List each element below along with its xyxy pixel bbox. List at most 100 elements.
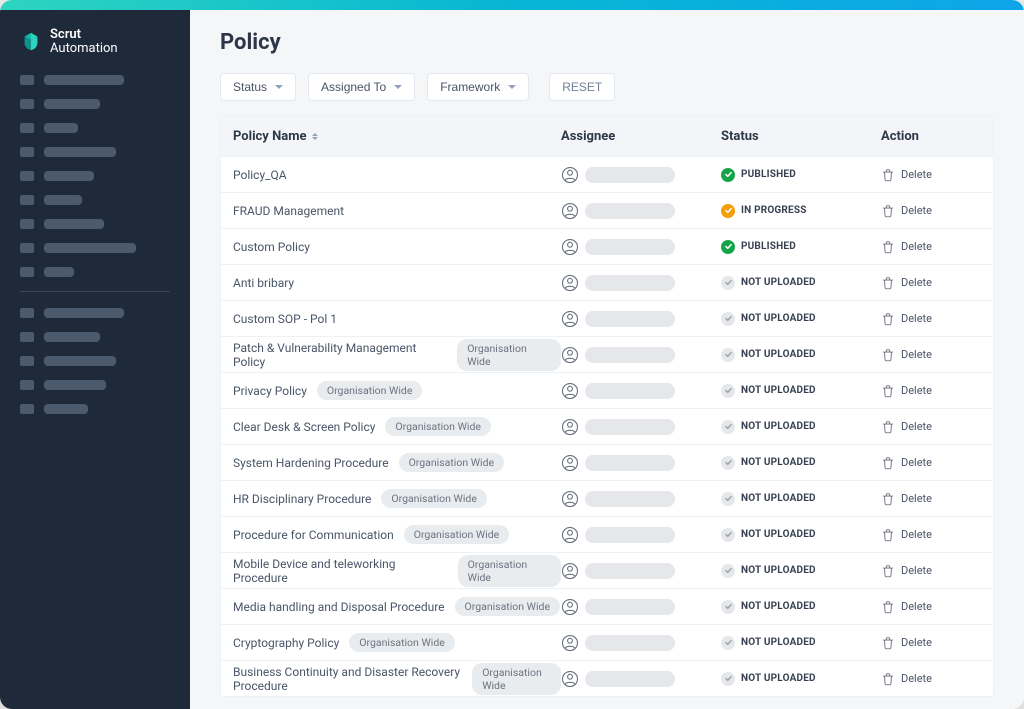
sidebar-item[interactable] [20, 356, 170, 366]
delete-action[interactable]: Delete [881, 564, 981, 578]
table-row[interactable]: Policy_QAPUBLISHEDDelete [221, 156, 993, 192]
main-content: Policy Status Assigned To Framework RESE… [190, 10, 1024, 709]
table-row[interactable]: Cryptography PolicyOrganisation WideNOT … [221, 624, 993, 660]
assignee-placeholder [585, 599, 675, 615]
policy-name-text: Clear Desk & Screen Policy [233, 420, 375, 434]
filter-framework[interactable]: Framework [427, 73, 529, 101]
org-wide-tag: Organisation Wide [457, 339, 561, 371]
org-wide-tag: Organisation Wide [404, 525, 510, 544]
trash-icon [881, 204, 895, 218]
col-status: Status [721, 129, 881, 144]
table-row[interactable]: System Hardening ProcedureOrganisation W… [221, 444, 993, 480]
delete-action[interactable]: Delete [881, 276, 981, 290]
table-row[interactable]: Custom PolicyPUBLISHEDDelete [221, 228, 993, 264]
delete-action[interactable]: Delete [881, 492, 981, 506]
filter-assigned-label: Assigned To [321, 80, 386, 94]
table-row[interactable]: Clear Desk & Screen PolicyOrganisation W… [221, 408, 993, 444]
nav-label-placeholder [44, 332, 100, 342]
cell-policy-name: Anti bribary [233, 276, 561, 290]
delete-action[interactable]: Delete [881, 672, 981, 686]
delete-label: Delete [901, 348, 932, 361]
reset-label: RESET [562, 80, 602, 94]
user-icon [561, 310, 579, 328]
app-body: Scrut Automation Policy Status Assigned … [0, 10, 1024, 709]
sidebar-item[interactable] [20, 219, 170, 229]
nav-label-placeholder [44, 308, 124, 318]
brand-line1: Scrut [50, 28, 118, 42]
nav-label-placeholder [44, 195, 82, 205]
cell-policy-name: Business Continuity and Disaster Recover… [233, 663, 561, 695]
table-row[interactable]: Media handling and Disposal ProcedureOrg… [221, 588, 993, 624]
user-icon [561, 526, 579, 544]
status-text: PUBLISHED [741, 241, 796, 252]
table-row[interactable]: HR Disciplinary ProcedureOrganisation Wi… [221, 480, 993, 516]
nav-icon [20, 243, 34, 253]
chevron-down-icon [508, 85, 516, 89]
delete-action[interactable]: Delete [881, 600, 981, 614]
sidebar-item[interactable] [20, 147, 170, 157]
sidebar-item[interactable] [20, 267, 170, 277]
reset-button[interactable]: RESET [549, 73, 615, 101]
sidebar-item[interactable] [20, 195, 170, 205]
table-row[interactable]: Anti bribary NOT UPLOADEDDelete [221, 264, 993, 300]
status-text: NOT UPLOADED [741, 385, 816, 396]
filter-assigned[interactable]: Assigned To [308, 73, 415, 101]
delete-action[interactable]: Delete [881, 168, 981, 182]
assignee-placeholder [585, 419, 675, 435]
filter-status[interactable]: Status [220, 73, 296, 101]
sidebar-item[interactable] [20, 404, 170, 414]
delete-action[interactable]: Delete [881, 420, 981, 434]
nav-label-placeholder [44, 123, 78, 133]
policy-name-text: Privacy Policy [233, 384, 307, 398]
sidebar-item[interactable] [20, 171, 170, 181]
table-row[interactable]: Patch & Vulnerability Management PolicyO… [221, 336, 993, 372]
delete-action[interactable]: Delete [881, 636, 981, 650]
delete-label: Delete [901, 420, 932, 433]
user-icon [561, 274, 579, 292]
sidebar-item[interactable] [20, 380, 170, 390]
delete-action[interactable]: Delete [881, 456, 981, 470]
sidebar-item[interactable] [20, 308, 170, 318]
status-text: NOT UPLOADED [741, 349, 816, 360]
delete-label: Delete [901, 312, 932, 325]
sidebar-item[interactable] [20, 332, 170, 342]
cell-status: PUBLISHED [721, 240, 881, 254]
sidebar-item[interactable] [20, 243, 170, 253]
status-text: NOT UPLOADED [741, 637, 816, 648]
policy-name-text: Media handling and Disposal Procedure [233, 600, 445, 614]
table-row[interactable]: Business Continuity and Disaster Recover… [221, 660, 993, 696]
nav-icon [20, 123, 34, 133]
sidebar-item[interactable] [20, 123, 170, 133]
status-check-icon [721, 564, 735, 578]
status-text: NOT UPLOADED [741, 313, 816, 324]
cell-status: NOT UPLOADED [721, 276, 881, 290]
cell-assignee [561, 526, 721, 544]
delete-action[interactable]: Delete [881, 312, 981, 326]
table-row[interactable]: Procedure for Communication Organisation … [221, 516, 993, 552]
table-row[interactable]: Privacy PolicyOrganisation WideNOT UPLOA… [221, 372, 993, 408]
assignee-placeholder [585, 167, 675, 183]
delete-label: Delete [901, 672, 932, 685]
delete-action[interactable]: Delete [881, 204, 981, 218]
cell-policy-name: System Hardening ProcedureOrganisation W… [233, 453, 561, 472]
nav-label-placeholder [44, 267, 74, 277]
sidebar-item[interactable] [20, 75, 170, 85]
assignee-placeholder [585, 275, 675, 291]
status-check-icon [721, 528, 735, 542]
sidebar-item[interactable] [20, 99, 170, 109]
table-header: Policy Name Assignee Status Action [221, 116, 993, 156]
col-policy-name[interactable]: Policy Name [233, 129, 561, 144]
table-row[interactable]: Mobile Device and teleworking ProcedureO… [221, 552, 993, 588]
nav-label-placeholder [44, 243, 136, 253]
policy-name-text: Procedure for Communication [233, 528, 394, 542]
delete-action[interactable]: Delete [881, 348, 981, 362]
delete-label: Delete [901, 456, 932, 469]
policy-name-text: FRAUD Management [233, 204, 344, 218]
delete-action[interactable]: Delete [881, 384, 981, 398]
delete-action[interactable]: Delete [881, 528, 981, 542]
delete-action[interactable]: Delete [881, 240, 981, 254]
status-text: IN PROGRESS [741, 205, 807, 216]
trash-icon [881, 168, 895, 182]
table-row[interactable]: Custom SOP - Pol 1NOT UPLOADEDDelete [221, 300, 993, 336]
table-row[interactable]: FRAUD Management IN PROGRESS Delete [221, 192, 993, 228]
